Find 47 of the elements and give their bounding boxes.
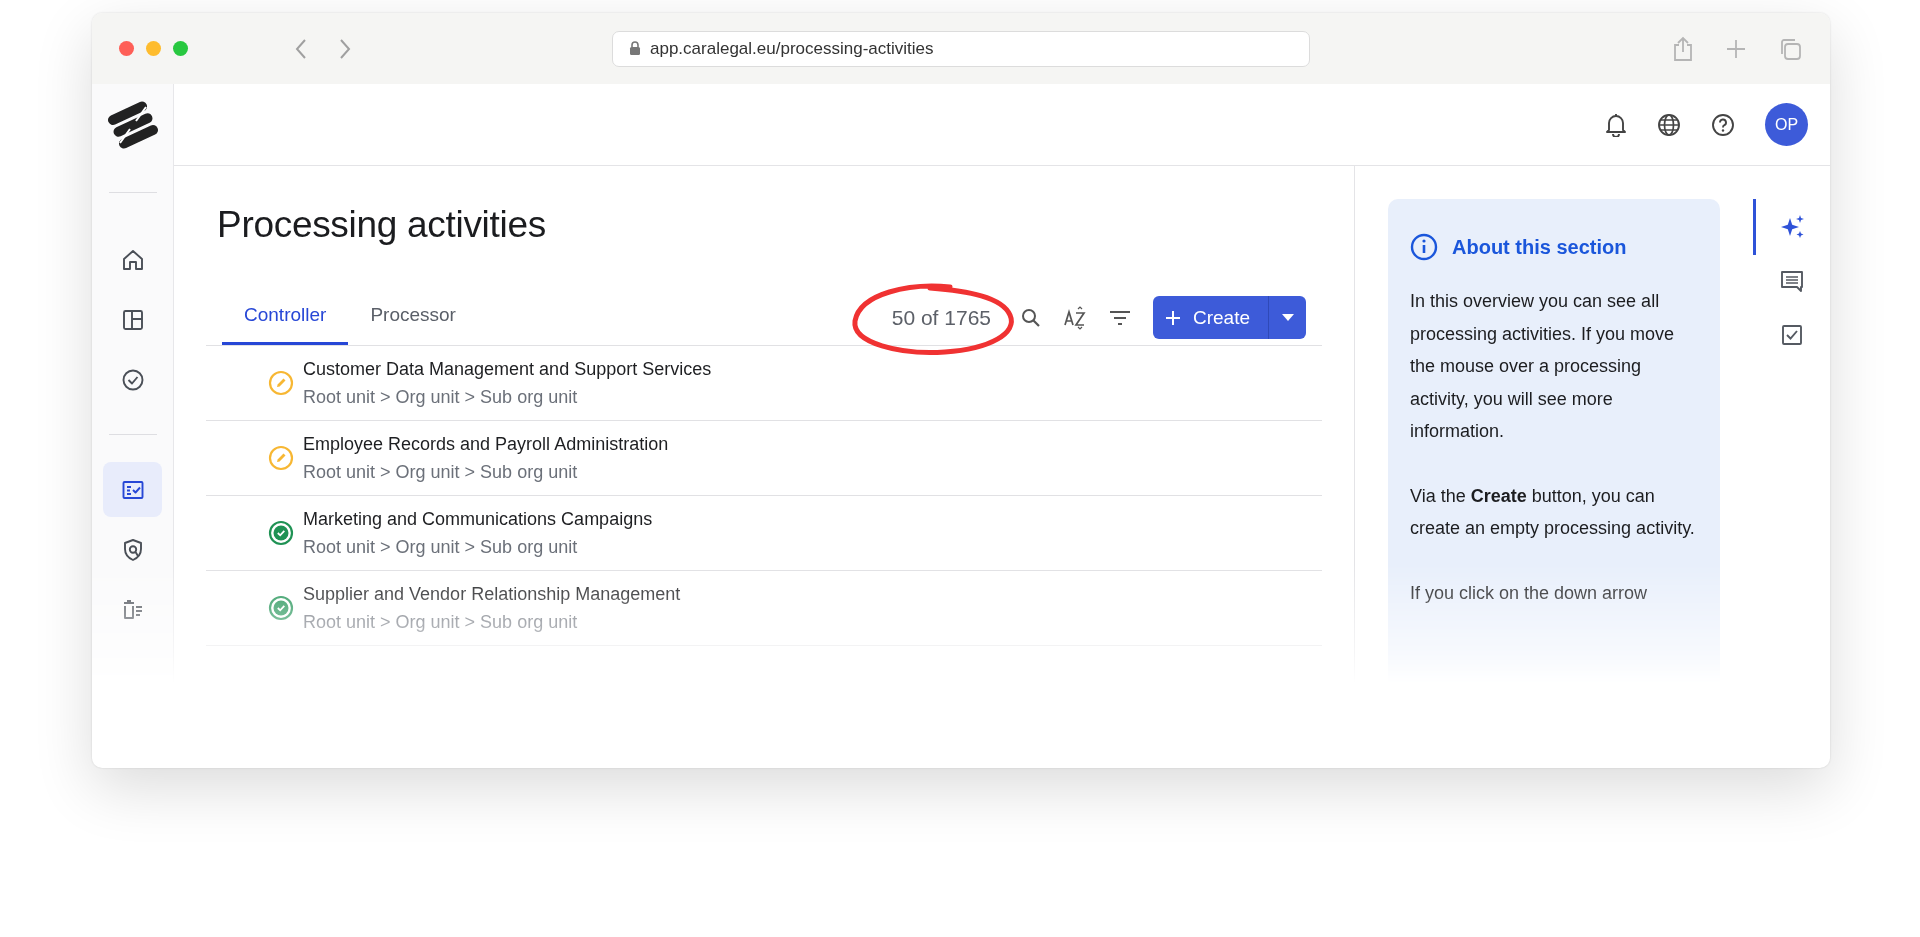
plus-icon bbox=[1165, 309, 1181, 326]
sparkle-icon bbox=[1780, 214, 1806, 240]
comment-icon bbox=[1780, 269, 1806, 295]
check-circle-icon bbox=[120, 367, 145, 392]
page-title: Processing activities bbox=[217, 204, 547, 246]
list-row[interactable]: Customer Data Management and Support Services Root unit > Org unit > Sub org unit bbox=[206, 346, 1322, 421]
sidebar-item[interactable] bbox=[103, 462, 162, 517]
sort-icon[interactable] bbox=[1063, 305, 1087, 330]
filter-icon[interactable] bbox=[1109, 309, 1131, 326]
org-unit-path: Root unit > Org unit > Sub org unit bbox=[303, 536, 579, 558]
card-title: About this section bbox=[1452, 235, 1627, 259]
list-row[interactable]: Employee Records and Payroll Administration Root unit > Org unit > Sub org unit bbox=[206, 421, 1322, 496]
info-text: Via the Create button, you can create an empty processing activity. bbox=[1410, 484, 1696, 540]
notifications-icon[interactable] bbox=[1605, 112, 1627, 137]
activity-title: Customer Data Management and Support Services bbox=[303, 358, 712, 380]
create-menu-button[interactable] bbox=[1268, 296, 1306, 339]
check-status-icon bbox=[268, 595, 294, 621]
pencil-status-icon bbox=[268, 370, 294, 396]
help-icon[interactable] bbox=[1711, 112, 1735, 137]
user-avatar[interactable]: OP bbox=[1765, 103, 1808, 146]
search-icon[interactable] bbox=[1021, 307, 1041, 328]
activity-title: Employee Records and Payroll Administration bbox=[303, 433, 669, 455]
activity-title: Supplier and Vendor Relationship Management bbox=[303, 583, 681, 605]
activity-title: Marketing and Communications Campaigns bbox=[303, 508, 653, 530]
logo-icon[interactable] bbox=[107, 98, 158, 151]
layout-icon bbox=[120, 307, 145, 332]
check-status-icon bbox=[268, 520, 294, 546]
org-unit-path: Root unit > Org unit > Sub org unit bbox=[303, 611, 579, 633]
org-unit-path: Root unit > Org unit > Sub org unit bbox=[303, 386, 579, 408]
lock-icon bbox=[629, 41, 641, 56]
url-text: app.caralegal.eu/processing-activities bbox=[650, 38, 934, 59]
info-text: If you click on the down arrow bbox=[1410, 581, 1649, 605]
pencil-status-icon bbox=[268, 445, 294, 471]
language-icon[interactable] bbox=[1657, 112, 1681, 137]
create-button[interactable]: Create bbox=[1153, 296, 1268, 339]
close-window-button[interactable] bbox=[119, 41, 134, 56]
tab[interactable]: Controller bbox=[222, 290, 349, 345]
home-icon bbox=[120, 247, 145, 272]
list-row[interactable]: Marketing and Communications Campaigns Root unit > Org unit > Sub org unit bbox=[206, 496, 1322, 571]
list-row[interactable]: Supplier and Vendor Relationship Management Root unit > Org unit > Sub org unit bbox=[206, 571, 1322, 646]
org-unit-path: Root unit > Org unit > Sub org unit bbox=[303, 461, 579, 483]
result-count: 50 of 1765 bbox=[891, 305, 991, 329]
address-bar[interactable]: app.caralegal.eu/processing-activities bbox=[612, 30, 1310, 67]
info-text: In this overview you can see all processing activities. If you move the mouse over a processing activity, you will see more information. bbox=[1410, 290, 1676, 443]
caret-icon bbox=[1281, 314, 1294, 321]
tab[interactable]: Processor bbox=[348, 290, 478, 345]
info-icon bbox=[1410, 233, 1438, 261]
